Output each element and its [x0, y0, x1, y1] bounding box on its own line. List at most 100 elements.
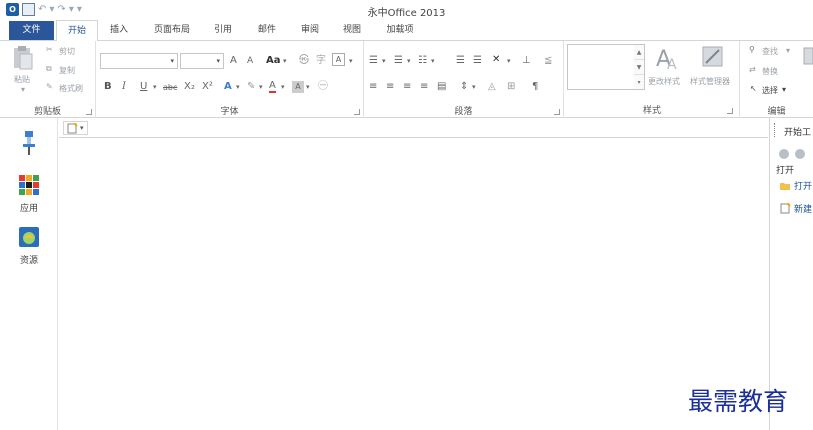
show-marks-toggle-icon[interactable]: ≦ — [544, 54, 552, 68]
distributed-icon[interactable]: ▤ — [437, 80, 446, 94]
shading-dropdown-icon[interactable]: ▾ — [306, 80, 310, 94]
font-size-combo[interactable]: ▾ — [180, 53, 224, 69]
align-center-icon[interactable]: ≡ — [386, 80, 394, 94]
cut-button[interactable]: 剪切 — [59, 46, 75, 57]
style-manager-icon[interactable] — [700, 45, 726, 69]
task-pane-grip-icon[interactable] — [774, 123, 777, 137]
replace-button[interactable]: 替换 — [762, 66, 778, 77]
line-spacing-dropdown-icon[interactable]: ▾ — [472, 80, 476, 94]
justify-icon[interactable]: ≡ — [420, 80, 428, 94]
new-document-dropdown-icon[interactable]: ▾ — [80, 124, 84, 132]
underline-button[interactable]: U — [140, 80, 147, 94]
character-border-icon[interactable]: 字 — [316, 54, 326, 68]
format-painter-icon[interactable]: ✎ — [46, 82, 53, 91]
cut-icon[interactable]: ✂ — [46, 45, 53, 54]
copy-button[interactable]: 复制 — [59, 65, 75, 76]
change-case-button[interactable]: Aa — [266, 54, 281, 68]
italic-button[interactable]: I — [122, 80, 126, 94]
forward-icon[interactable] — [795, 149, 805, 159]
gallery-up-icon[interactable]: ▲ — [634, 45, 644, 60]
select-button[interactable]: 选择 — [762, 85, 778, 96]
shading-icon[interactable]: A — [292, 81, 304, 93]
sidebar-item-pin[interactable] — [0, 130, 58, 159]
chinese-layout-dropdown-icon[interactable]: ▾ — [507, 54, 511, 68]
style-manager-button[interactable]: 样式管理器 — [690, 76, 730, 87]
new-document-button[interactable]: ▾ — [63, 121, 88, 135]
multilevel-list-icon[interactable]: ☷ — [418, 54, 427, 68]
tab-file[interactable]: 文件 — [9, 21, 54, 40]
tab-addins[interactable]: 加载项 — [380, 20, 420, 41]
tab-mailings[interactable]: 邮件 — [252, 20, 282, 41]
bullets-dropdown-icon[interactable]: ▾ — [382, 54, 386, 68]
copy-icon[interactable]: ⧉ — [46, 64, 52, 74]
back-icon[interactable] — [779, 149, 789, 159]
font-launcher-icon[interactable] — [354, 109, 360, 115]
styles-launcher-icon[interactable] — [727, 108, 733, 114]
replace-icon[interactable]: ⇄ — [749, 65, 756, 74]
paragraph-launcher-icon[interactable] — [554, 109, 560, 115]
change-styles-button[interactable]: 更改样式 — [648, 76, 680, 87]
font-name-dropdown-icon[interactable]: ▾ — [170, 57, 174, 65]
subscript-button[interactable]: X₂ — [184, 80, 195, 94]
bullets-icon[interactable]: ☰ — [369, 54, 378, 68]
tab-review[interactable]: 审阅 — [295, 20, 325, 41]
character-shading-icon[interactable]: A — [332, 53, 345, 66]
task-pane-link-new[interactable]: 新建 — [780, 202, 812, 215]
tab-view[interactable]: 视图 — [337, 20, 367, 41]
gallery-down-icon[interactable]: ▼ — [634, 60, 644, 75]
tab-home[interactable]: 开始 — [56, 20, 98, 42]
styles-gallery[interactable] — [567, 44, 635, 90]
document-canvas[interactable] — [59, 138, 768, 430]
underline-dropdown-icon[interactable]: ▾ — [153, 80, 157, 94]
tab-page-layout[interactable]: 页面布局 — [148, 20, 196, 41]
find-dropdown-icon[interactable]: ▾ — [786, 46, 790, 55]
find-button[interactable]: 查找 — [762, 46, 778, 57]
font-name-combo[interactable]: ▾ — [100, 53, 178, 69]
select-icon[interactable]: ↖ — [750, 84, 757, 93]
enclose-character-icon[interactable]: ㊀ — [318, 80, 328, 94]
numbering-icon[interactable]: ☰ — [394, 54, 403, 68]
shrink-font-button[interactable]: A — [247, 54, 253, 68]
multilevel-list-dropdown-icon[interactable]: ▾ — [431, 54, 435, 68]
line-spacing-icon[interactable]: ⇕ — [460, 80, 468, 94]
character-shading-dropdown-icon[interactable]: ▾ — [349, 54, 353, 68]
paragraph-shading-icon[interactable]: ◬ — [488, 80, 496, 94]
align-right-icon[interactable]: ≡ — [403, 80, 411, 94]
increase-indent-icon[interactable]: ☰ — [473, 54, 482, 68]
paste-button[interactable]: 粘贴 — [14, 74, 30, 85]
strikethrough-button[interactable]: abc — [163, 81, 177, 95]
select-dropdown-icon[interactable]: ▾ — [782, 85, 786, 94]
gallery-more-icon[interactable]: ▾ — [634, 75, 644, 90]
phonetic-guide-icon[interactable]: ㉿ — [299, 54, 309, 68]
partial-tool-icon[interactable] — [802, 46, 813, 86]
tab-insert[interactable]: 插入 — [104, 20, 134, 41]
show-marks-button[interactable]: ¶ — [532, 80, 538, 94]
sidebar-item-resources[interactable]: 资源 — [0, 226, 58, 266]
font-color-icon[interactable]: A — [269, 80, 276, 93]
numbering-dropdown-icon[interactable]: ▾ — [407, 54, 411, 68]
font-size-dropdown-icon[interactable]: ▾ — [216, 57, 220, 65]
font-color-dropdown-icon[interactable]: ▾ — [281, 80, 285, 94]
clipboard-launcher-icon[interactable] — [86, 109, 92, 115]
highlight-dropdown-icon[interactable]: ▾ — [259, 80, 263, 94]
bold-button[interactable]: B — [104, 80, 112, 94]
superscript-button[interactable]: X² — [202, 80, 213, 94]
sort-icon[interactable]: ⊥ — [522, 54, 531, 68]
find-icon[interactable]: ⚲ — [749, 45, 755, 54]
change-styles-icon[interactable]: A A — [654, 44, 682, 72]
borders-icon[interactable]: ⊞ — [507, 80, 515, 94]
text-effects-dropdown-icon[interactable]: ▾ — [236, 80, 240, 94]
tab-references[interactable]: 引用 — [208, 20, 238, 41]
format-painter-button[interactable]: 格式刷 — [59, 83, 83, 94]
chinese-layout-icon[interactable]: ✕ — [492, 53, 500, 67]
highlight-icon[interactable]: ✎ — [247, 80, 255, 94]
sidebar-item-apps[interactable]: 应用 — [0, 174, 58, 214]
grow-font-button[interactable]: A — [230, 54, 237, 68]
paste-dropdown-icon[interactable]: ▾ — [21, 85, 25, 94]
decrease-indent-icon[interactable]: ☰ — [456, 54, 465, 68]
change-case-dropdown-icon[interactable]: ▾ — [283, 54, 287, 68]
task-pane-link-open[interactable]: 打开 — [780, 179, 812, 192]
text-effects-icon[interactable]: A — [224, 80, 232, 94]
paste-icon[interactable] — [12, 45, 34, 71]
align-left-icon[interactable]: ≡ — [369, 80, 377, 94]
